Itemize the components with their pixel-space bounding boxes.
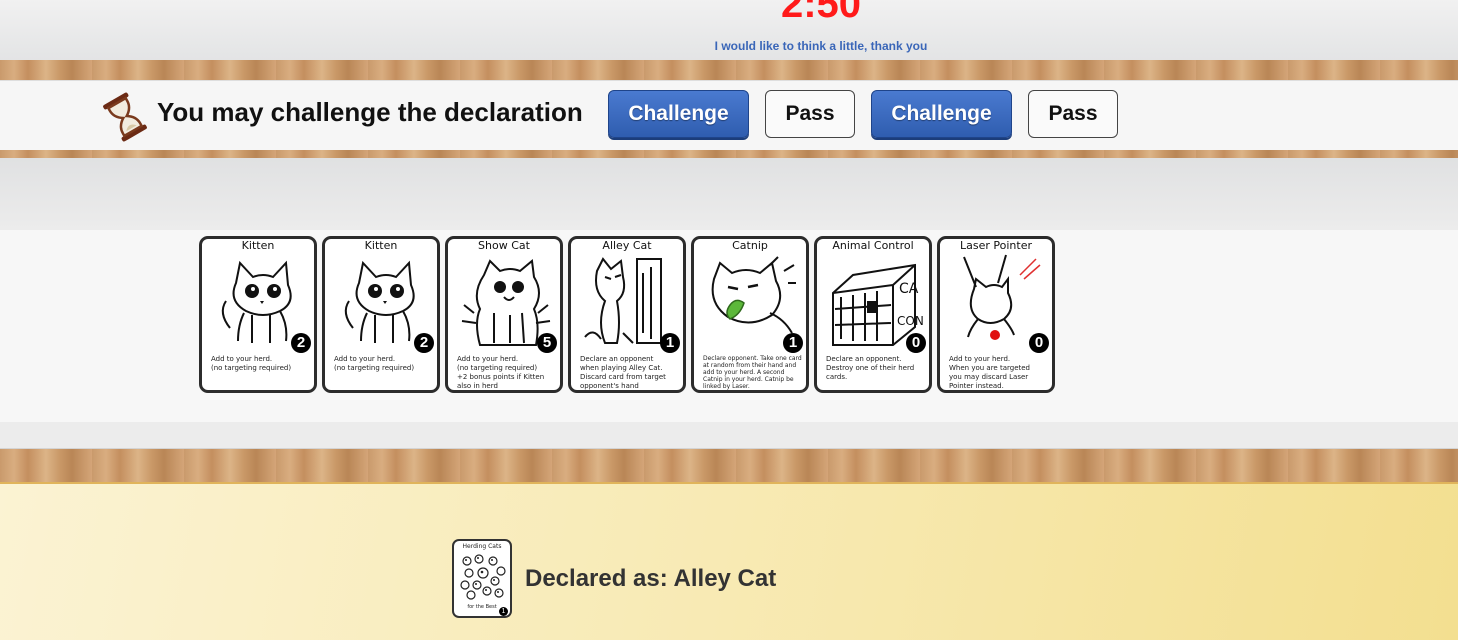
wood-divider xyxy=(0,150,1458,158)
challenge-button[interactable]: Challenge xyxy=(871,90,1012,138)
hand-tray-edge xyxy=(0,422,1458,451)
card-title: Animal Control xyxy=(832,239,914,252)
card-description: Declare an opponent. Destroy one of thei… xyxy=(826,355,915,381)
opponent-status-message: I would like to think a little, thank yo… xyxy=(714,39,928,53)
card-point-value: 2 xyxy=(414,333,434,353)
pass-button[interactable]: Pass xyxy=(1028,90,1118,138)
challenge-prompt: You may challenge the declaration xyxy=(157,97,583,127)
card-point-value: 1 xyxy=(499,607,508,616)
card-title: Kitten xyxy=(364,239,398,252)
card-point-value: 0 xyxy=(906,333,926,353)
hand-card-catnip[interactable]: Catnip 1 Declare opponent. Take one card… xyxy=(691,236,809,393)
card-point-value: 1 xyxy=(660,333,680,353)
opponent-area xyxy=(0,158,1458,230)
card-title: Catnip xyxy=(732,239,768,252)
hand-card-laser-pointer[interactable]: Laser Pointer 0 Add to your herd. When y… xyxy=(937,236,1055,393)
card-point-value: 1 xyxy=(783,333,803,353)
svg-text:CA: CA xyxy=(899,281,919,297)
hand-card-show-cat[interactable]: Show Cat 5 Add to your herd. (no targeti… xyxy=(445,236,563,393)
card-point-value: 5 xyxy=(537,333,557,353)
pass-button[interactable]: Pass xyxy=(765,90,855,138)
card-description: Add to your herd. (no targeting required… xyxy=(211,355,292,372)
declared-card[interactable]: Herding Cats for the Best 1 xyxy=(452,539,512,618)
card-title: Laser Pointer xyxy=(960,239,1032,252)
hourglass-icon xyxy=(100,92,150,142)
card-title: Show Cat xyxy=(478,239,530,252)
top-status-bar: 2:50 I would like to think a little, tha… xyxy=(0,0,1458,61)
hand-card-animal-control[interactable]: Animal Control CA CON 0 Declare an oppon… xyxy=(814,236,932,393)
hand-card-alley-cat[interactable]: Alley Cat 1 Declare an opponent when pla… xyxy=(568,236,686,393)
card-description: Declare an opponent when playing Alley C… xyxy=(580,355,666,390)
challenge-button[interactable]: Challenge xyxy=(608,90,749,138)
declared-as-label: Declared as: Alley Cat xyxy=(525,565,777,592)
wood-divider xyxy=(0,60,1458,80)
card-description: Declare opponent. Take one card at rando… xyxy=(703,355,802,390)
hand-card-kitten[interactable]: Kitten 2 Add to your herd. (no targeting… xyxy=(199,236,317,393)
hand-card-kitten[interactable]: Kitten 2 Add to your herd. (no targeting… xyxy=(322,236,440,393)
card-back-icon xyxy=(460,554,506,600)
svg-text:CON: CON xyxy=(897,314,923,328)
card-point-value: 0 xyxy=(1029,333,1049,353)
wood-divider xyxy=(0,449,1458,482)
turn-timer: 2:50 xyxy=(780,0,862,26)
card-point-value: 2 xyxy=(291,333,311,353)
card-back-title: Herding Cats xyxy=(462,543,502,550)
card-description: Add to your herd. When you are targeted … xyxy=(949,355,1030,390)
card-description: Add to your herd. (no targeting required… xyxy=(334,355,415,372)
declaration-area xyxy=(0,482,1458,640)
card-description: Add to your herd. (no targeting required… xyxy=(457,355,545,390)
card-title: Kitten xyxy=(241,239,275,252)
card-title: Alley Cat xyxy=(602,239,652,252)
